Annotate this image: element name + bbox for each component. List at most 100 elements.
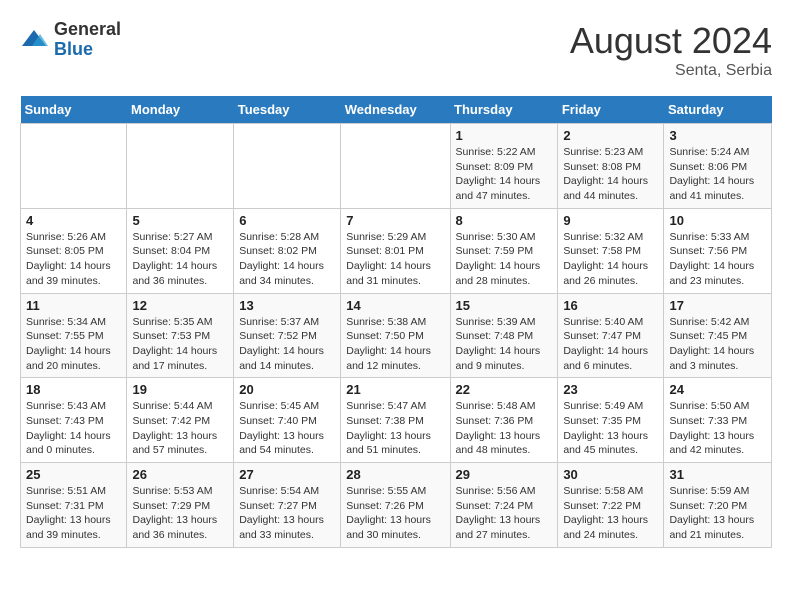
day-info: Sunrise: 5:59 AM Sunset: 7:20 PM Dayligh… (669, 484, 766, 543)
location-subtitle: Senta, Serbia (570, 62, 772, 80)
day-number: 5 (132, 213, 228, 228)
header-sunday: Sunday (21, 96, 127, 124)
logo-text: General Blue (54, 20, 121, 60)
day-number: 17 (669, 298, 766, 313)
calendar-week-row: 1Sunrise: 5:22 AM Sunset: 8:09 PM Daylig… (21, 124, 772, 209)
calendar-cell: 11Sunrise: 5:34 AM Sunset: 7:55 PM Dayli… (21, 293, 127, 378)
day-number: 24 (669, 382, 766, 397)
calendar-cell (234, 124, 341, 209)
calendar-week-row: 11Sunrise: 5:34 AM Sunset: 7:55 PM Dayli… (21, 293, 772, 378)
day-info: Sunrise: 5:50 AM Sunset: 7:33 PM Dayligh… (669, 399, 766, 458)
day-info: Sunrise: 5:51 AM Sunset: 7:31 PM Dayligh… (26, 484, 121, 543)
day-info: Sunrise: 5:55 AM Sunset: 7:26 PM Dayligh… (346, 484, 444, 543)
day-number: 18 (26, 382, 121, 397)
calendar-week-row: 25 Sunrise: 5:51 AM Sunset: 7:31 PM Dayli… (21, 463, 772, 548)
calendar-cell: 13 Sunrise: 5:37 AM Sunset: 7:52 PM Dayli… (234, 293, 341, 378)
calendar-cell: 9 Sunrise: 5:32 AM Sunset: 7:58 PM Daylig… (558, 208, 664, 293)
day-number: 23 (563, 382, 658, 397)
calendar-cell (127, 124, 234, 209)
day-info: Sunrise: 5:40 AM Sunset: 7:47 PM Dayligh… (563, 315, 658, 374)
calendar-cell: 6 Sunrise: 5:28 AM Sunset: 8:02 PM Daylig… (234, 208, 341, 293)
title-area: August 2024 Senta, Serbia (570, 20, 772, 80)
calendar-cell: 16 Sunrise: 5:40 AM Sunset: 7:47 PM Dayli… (558, 293, 664, 378)
day-number: 22 (456, 382, 553, 397)
day-number: 8 (456, 213, 553, 228)
day-info: Sunrise: 5:29 AM Sunset: 8:01 PM Dayligh… (346, 230, 444, 289)
logo: General Blue (20, 20, 121, 60)
day-number: 2 (563, 128, 658, 143)
day-number: 9 (563, 213, 658, 228)
day-number: 30 (563, 467, 658, 482)
day-info: Sunrise: 5:28 AM Sunset: 8:02 PM Dayligh… (239, 230, 335, 289)
header-wednesday: Wednesday (341, 96, 450, 124)
day-info: Sunrise: 5:56 AM Sunset: 7:24 PM Dayligh… (456, 484, 553, 543)
day-number: 26 (132, 467, 228, 482)
day-number: 15 (456, 298, 553, 313)
calendar-cell: 24 Sunrise: 5:50 AM Sunset: 7:33 PM Dayli… (664, 378, 772, 463)
header-thursday: Thursday (450, 96, 558, 124)
day-info: Sunrise: 5:49 AM Sunset: 7:35 PM Dayligh… (563, 399, 658, 458)
day-info: Sunrise: 5:27 AM Sunset: 8:04 PM Dayligh… (132, 230, 228, 289)
day-info: Sunrise: 5:58 AM Sunset: 7:22 PM Dayligh… (563, 484, 658, 543)
day-number: 6 (239, 213, 335, 228)
day-number: 12 (132, 298, 228, 313)
calendar-cell: 12 Sunrise: 5:35 AM Sunset: 7:53 PM Dayli… (127, 293, 234, 378)
page-header: General Blue August 2024 Senta, Serbia (20, 20, 772, 80)
logo-general: General (54, 20, 121, 40)
day-info: Sunrise: 5:24 AM Sunset: 8:06 PM Dayligh… (669, 145, 766, 204)
logo-icon (20, 26, 48, 54)
day-number: 20 (239, 382, 335, 397)
day-number: 21 (346, 382, 444, 397)
calendar-cell: 2Sunrise: 5:23 AM Sunset: 8:08 PM Daylig… (558, 124, 664, 209)
calendar-header-row: SundayMondayTuesdayWednesdayThursdayFrid… (21, 96, 772, 124)
calendar-week-row: 4 Sunrise: 5:26 AM Sunset: 8:05 PM Daylig… (21, 208, 772, 293)
calendar-cell: 26Sunrise: 5:53 AM Sunset: 7:29 PM Dayli… (127, 463, 234, 548)
calendar-cell: 30 Sunrise: 5:58 AM Sunset: 7:22 PM Dayli… (558, 463, 664, 548)
day-number: 28 (346, 467, 444, 482)
calendar-cell: 4 Sunrise: 5:26 AM Sunset: 8:05 PM Daylig… (21, 208, 127, 293)
day-number: 19 (132, 382, 228, 397)
calendar-cell: 1Sunrise: 5:22 AM Sunset: 8:09 PM Daylig… (450, 124, 558, 209)
month-year-title: August 2024 (570, 20, 772, 62)
calendar-cell: 22Sunrise: 5:48 AM Sunset: 7:36 PM Dayli… (450, 378, 558, 463)
day-number: 11 (26, 298, 121, 313)
header-friday: Friday (558, 96, 664, 124)
logo-blue: Blue (54, 40, 121, 60)
day-number: 13 (239, 298, 335, 313)
calendar-cell: 5 Sunrise: 5:27 AM Sunset: 8:04 PM Daylig… (127, 208, 234, 293)
calendar-cell: 27 Sunrise: 5:54 AM Sunset: 7:27 PM Dayli… (234, 463, 341, 548)
day-info: Sunrise: 5:47 AM Sunset: 7:38 PM Dayligh… (346, 399, 444, 458)
day-info: Sunrise: 5:35 AM Sunset: 7:53 PM Dayligh… (132, 315, 228, 374)
header-monday: Monday (127, 96, 234, 124)
calendar-cell: 31Sunrise: 5:59 AM Sunset: 7:20 PM Dayli… (664, 463, 772, 548)
day-info: Sunrise: 5:26 AM Sunset: 8:05 PM Dayligh… (26, 230, 121, 289)
day-number: 25 (26, 467, 121, 482)
calendar-cell (21, 124, 127, 209)
day-info: Sunrise: 5:42 AM Sunset: 7:45 PM Dayligh… (669, 315, 766, 374)
day-number: 16 (563, 298, 658, 313)
calendar-cell: 14Sunrise: 5:38 AM Sunset: 7:50 PM Dayli… (341, 293, 450, 378)
calendar-cell: 19Sunrise: 5:44 AM Sunset: 7:42 PM Dayli… (127, 378, 234, 463)
calendar-table: SundayMondayTuesdayWednesdayThursdayFrid… (20, 96, 772, 548)
day-info: Sunrise: 5:37 AM Sunset: 7:52 PM Dayligh… (239, 315, 335, 374)
day-info: Sunrise: 5:43 AM Sunset: 7:43 PM Dayligh… (26, 399, 121, 458)
calendar-cell: 3Sunrise: 5:24 AM Sunset: 8:06 PM Daylig… (664, 124, 772, 209)
day-info: Sunrise: 5:33 AM Sunset: 7:56 PM Dayligh… (669, 230, 766, 289)
day-number: 4 (26, 213, 121, 228)
calendar-cell: 17 Sunrise: 5:42 AM Sunset: 7:45 PM Dayli… (664, 293, 772, 378)
day-number: 10 (669, 213, 766, 228)
day-number: 14 (346, 298, 444, 313)
day-info: Sunrise: 5:32 AM Sunset: 7:58 PM Dayligh… (563, 230, 658, 289)
header-tuesday: Tuesday (234, 96, 341, 124)
header-saturday: Saturday (664, 96, 772, 124)
day-info: Sunrise: 5:39 AM Sunset: 7:48 PM Dayligh… (456, 315, 553, 374)
day-number: 1 (456, 128, 553, 143)
calendar-cell: 25 Sunrise: 5:51 AM Sunset: 7:31 PM Dayli… (21, 463, 127, 548)
day-info: Sunrise: 5:54 AM Sunset: 7:27 PM Dayligh… (239, 484, 335, 543)
calendar-cell: 20Sunrise: 5:45 AM Sunset: 7:40 PM Dayli… (234, 378, 341, 463)
calendar-cell: 23 Sunrise: 5:49 AM Sunset: 7:35 PM Dayli… (558, 378, 664, 463)
calendar-cell: 18 Sunrise: 5:43 AM Sunset: 7:43 PM Dayli… (21, 378, 127, 463)
day-info: Sunrise: 5:30 AM Sunset: 7:59 PM Dayligh… (456, 230, 553, 289)
day-number: 27 (239, 467, 335, 482)
calendar-week-row: 18 Sunrise: 5:43 AM Sunset: 7:43 PM Dayli… (21, 378, 772, 463)
